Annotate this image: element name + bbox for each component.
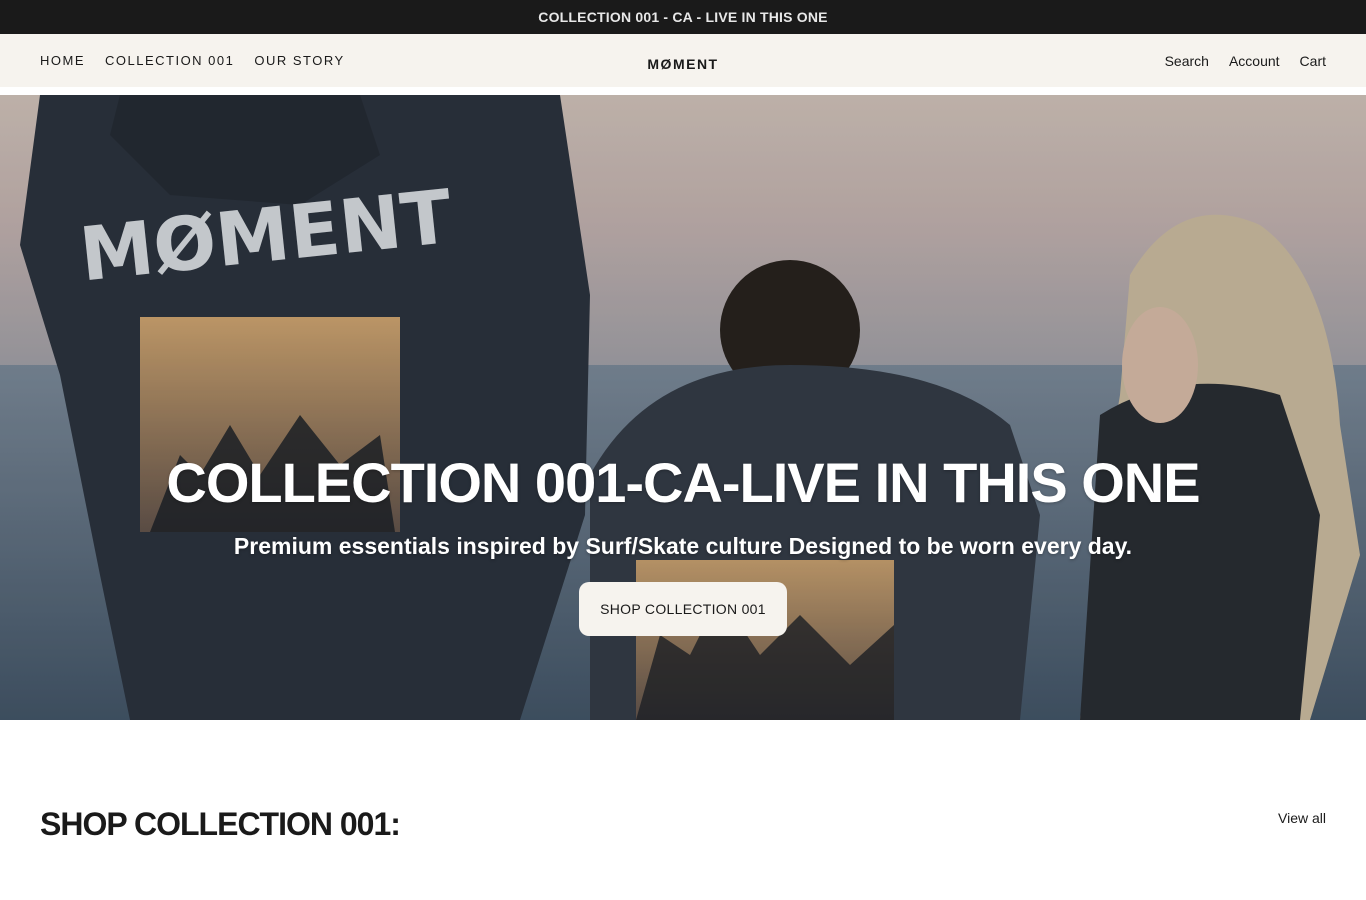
section-title: SHOP COLLECTION 001:: [40, 806, 401, 842]
nav-link-our-story[interactable]: OUR STORY: [254, 53, 344, 68]
account-link[interactable]: Account: [1229, 53, 1280, 69]
nav-link-home[interactable]: HOME: [40, 53, 85, 68]
cart-link[interactable]: Cart: [1300, 53, 1326, 69]
main-nav: HOME COLLECTION 001 OUR STORY: [40, 53, 345, 68]
view-all-link[interactable]: View all: [1278, 810, 1326, 826]
hero-content: COLLECTION 001-CA-LIVE IN THIS ONE Premi…: [0, 450, 1366, 636]
hero-title: COLLECTION 001-CA-LIVE IN THIS ONE: [166, 451, 1200, 514]
announcement-text: COLLECTION 001 - CA - LIVE IN THIS ONE: [538, 9, 828, 25]
search-link[interactable]: Search: [1165, 53, 1209, 69]
hero-banner: MØMENT COLLECTION 001-CA-LIVE IN THIS ON…: [0, 95, 1366, 720]
announcement-bar: COLLECTION 001 - CA - LIVE IN THIS ONE: [0, 0, 1366, 34]
hero-subtitle: Premium essentials inspired by Surf/Skat…: [233, 533, 1133, 559]
nav-link-collection-001[interactable]: COLLECTION 001: [105, 53, 234, 68]
site-header: HOME COLLECTION 001 OUR STORY MØMENT Sea…: [0, 34, 1366, 87]
utility-nav: Search Account Cart: [1165, 53, 1326, 69]
shop-collection-button[interactable]: SHOP COLLECTION 001: [579, 582, 787, 636]
site-logo[interactable]: MØMENT: [647, 56, 718, 72]
